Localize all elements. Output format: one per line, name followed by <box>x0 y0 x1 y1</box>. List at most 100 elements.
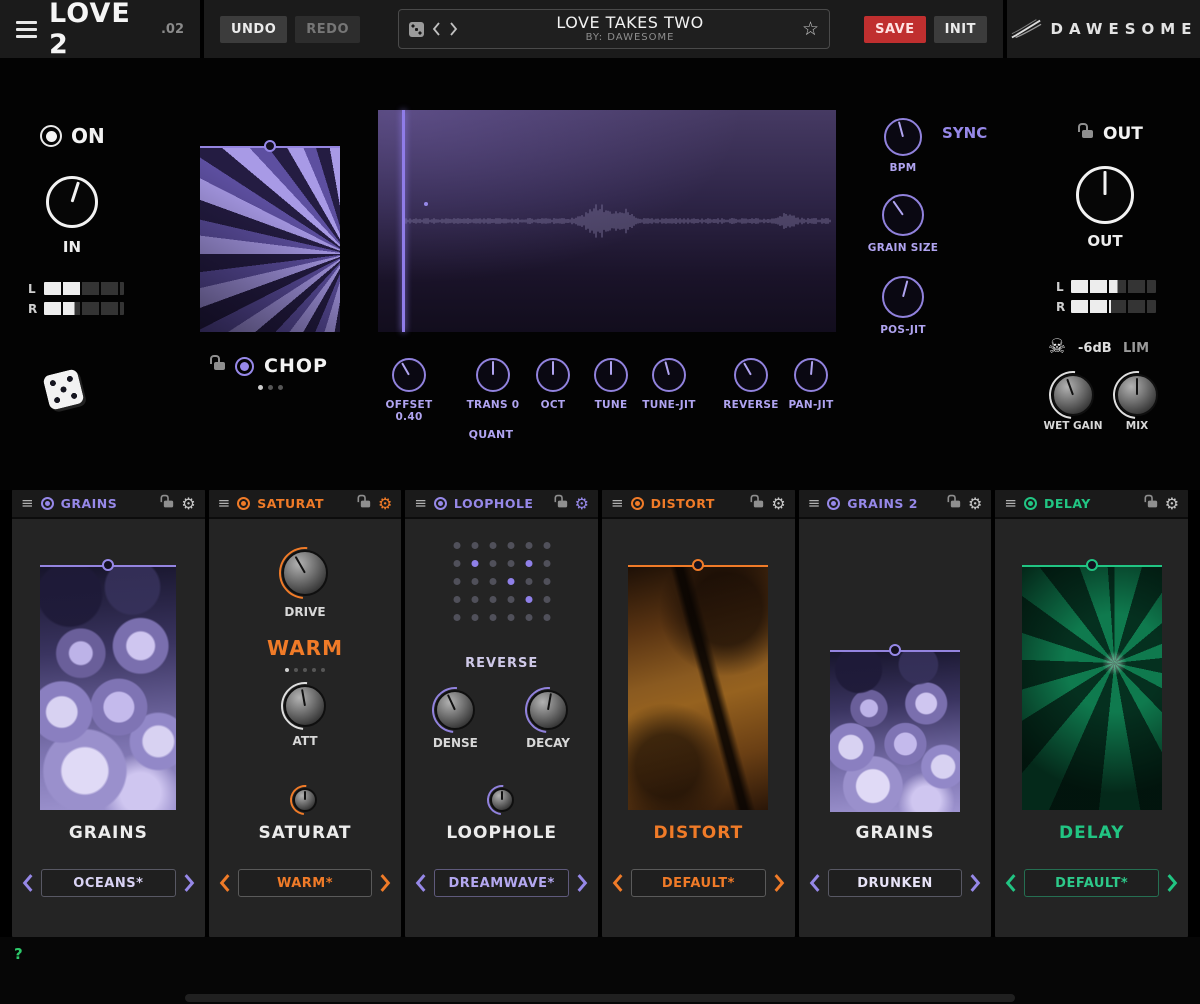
module-enable-toggle[interactable] <box>631 497 644 510</box>
grid-dot[interactable] <box>471 578 478 585</box>
module-gear-icon[interactable]: ⚙ <box>181 496 195 512</box>
previous-preset-icon[interactable] <box>432 22 441 36</box>
input-gain-knob[interactable] <box>46 176 98 228</box>
module-menu-icon[interactable]: ≡ <box>1004 496 1017 511</box>
favorite-star-icon[interactable]: ☆ <box>802 18 819 40</box>
module-menu-icon[interactable]: ≡ <box>218 496 231 511</box>
bottom-scrollbar[interactable] <box>185 994 1015 1002</box>
grid-dot[interactable] <box>453 560 460 567</box>
next-module-preset-icon[interactable] <box>379 874 391 892</box>
grid-dot[interactable] <box>453 542 460 549</box>
save-button[interactable]: SAVE <box>864 16 925 43</box>
module-preset-select[interactable]: WARM* <box>238 869 373 897</box>
next-module-preset-icon[interactable] <box>969 874 981 892</box>
distort-slider-handle[interactable] <box>692 559 704 571</box>
module-preset-select[interactable]: OCEANS* <box>41 869 176 897</box>
grid-dot[interactable] <box>543 560 550 567</box>
pan-jit-knob[interactable] <box>794 358 828 392</box>
prev-module-preset-icon[interactable] <box>612 874 624 892</box>
module-enable-toggle[interactable] <box>434 497 447 510</box>
waveform-display[interactable] <box>378 110 836 332</box>
output-gain-knob[interactable] <box>1076 166 1134 224</box>
grid-dot[interactable] <box>525 560 532 567</box>
module-menu-icon[interactable]: ≡ <box>21 496 34 511</box>
loophole-mix-knob[interactable] <box>490 788 514 812</box>
grid-dot[interactable] <box>543 596 550 603</box>
playhead-marker[interactable] <box>402 110 405 332</box>
prev-module-preset-icon[interactable] <box>219 874 231 892</box>
module-preset-select[interactable]: DRUNKEN <box>828 869 963 897</box>
grid-dot[interactable] <box>543 578 550 585</box>
att-knob[interactable] <box>284 685 326 727</box>
grid-dot[interactable] <box>543 614 550 621</box>
random-preset-dice-icon[interactable] <box>409 22 424 37</box>
chop-toggle[interactable] <box>235 357 254 376</box>
drive-knob[interactable] <box>282 550 328 596</box>
grid-dot[interactable] <box>525 578 532 585</box>
module-lock-icon[interactable] <box>361 500 370 507</box>
module-menu-icon[interactable]: ≡ <box>611 496 624 511</box>
undo-button[interactable]: UNDO <box>220 16 287 43</box>
prev-module-preset-icon[interactable] <box>809 874 821 892</box>
module-menu-icon[interactable]: ≡ <box>414 496 427 511</box>
oct-knob[interactable] <box>536 358 570 392</box>
grid-dot[interactable] <box>489 560 496 567</box>
grid-dot[interactable] <box>453 578 460 585</box>
module-gear-icon[interactable]: ⚙ <box>1165 496 1179 512</box>
chop-page-dots[interactable] <box>258 385 283 390</box>
next-module-preset-icon[interactable] <box>1166 874 1178 892</box>
prev-module-preset-icon[interactable] <box>1005 874 1017 892</box>
module-gear-icon[interactable]: ⚙ <box>378 496 392 512</box>
module-preset-select[interactable]: DEFAULT* <box>631 869 766 897</box>
sync-label[interactable]: SYNC <box>942 124 1002 142</box>
delay-slider-handle[interactable] <box>1086 559 1098 571</box>
grid-dot[interactable] <box>471 542 478 549</box>
saturat-mode-label[interactable]: WARM <box>209 636 402 660</box>
grid-dot[interactable] <box>507 614 514 621</box>
module-gear-icon[interactable]: ⚙ <box>968 496 982 512</box>
module-enable-toggle[interactable] <box>41 497 54 510</box>
tune-jit-knob[interactable] <box>652 358 686 392</box>
limiter-db-value[interactable]: -6dB <box>1078 341 1112 356</box>
grid-dot[interactable] <box>525 542 532 549</box>
module-lock-icon[interactable] <box>1148 500 1157 507</box>
tune-knob[interactable] <box>594 358 628 392</box>
next-module-preset-icon[interactable] <box>576 874 588 892</box>
module-gear-icon[interactable]: ⚙ <box>575 496 589 512</box>
module-preset-select[interactable]: DEFAULT* <box>1024 869 1159 897</box>
loophole-reverse-label[interactable]: REVERSE <box>405 656 598 671</box>
grid-dot[interactable] <box>471 614 478 621</box>
decay-knob[interactable] <box>528 690 568 730</box>
saturat-mode-dots[interactable] <box>285 668 325 672</box>
limiter-skull-icon[interactable]: ☠ <box>1048 334 1066 358</box>
module-lock-icon[interactable] <box>951 500 960 507</box>
help-button[interactable]: ? <box>14 945 23 963</box>
pos-jit-knob[interactable] <box>882 276 924 318</box>
grid-dot[interactable] <box>543 542 550 549</box>
prev-module-preset-icon[interactable] <box>415 874 427 892</box>
chop-slider-handle[interactable] <box>264 140 276 152</box>
module-lock-icon[interactable] <box>557 500 566 507</box>
module-preset-select[interactable]: DREAMWAVE* <box>434 869 569 897</box>
module-gear-icon[interactable]: ⚙ <box>771 496 785 512</box>
grid-dot[interactable] <box>471 560 478 567</box>
grid-dot[interactable] <box>525 596 532 603</box>
grains-slider-handle[interactable] <box>102 559 114 571</box>
grid-dot[interactable] <box>507 578 514 585</box>
mix-knob[interactable] <box>1116 374 1158 416</box>
grid-dot[interactable] <box>507 596 514 603</box>
dense-knob[interactable] <box>435 690 475 730</box>
grid-dot[interactable] <box>471 596 478 603</box>
grain-size-knob[interactable] <box>882 194 924 236</box>
grid-dot[interactable] <box>453 614 460 621</box>
limiter-label[interactable]: LIM <box>1123 341 1149 356</box>
grid-dot[interactable] <box>489 542 496 549</box>
module-lock-icon[interactable] <box>754 500 763 507</box>
module-enable-toggle[interactable] <box>827 497 840 510</box>
grid-dot[interactable] <box>489 614 496 621</box>
bpm-knob[interactable] <box>884 118 922 156</box>
grid-dot[interactable] <box>453 596 460 603</box>
grains-2-slider-handle[interactable] <box>889 644 901 656</box>
offset-knob[interactable] <box>392 358 426 392</box>
next-preset-icon[interactable] <box>449 22 458 36</box>
